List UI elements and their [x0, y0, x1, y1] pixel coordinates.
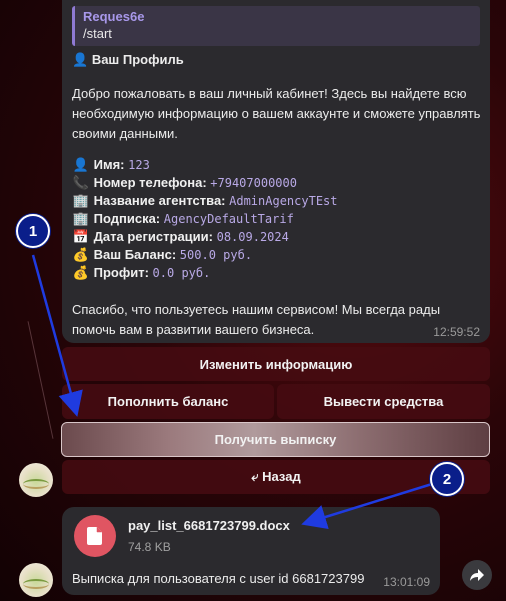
file-caption: Выписка для пользователя с user id 66817…	[72, 571, 365, 586]
reply-text: /start	[83, 26, 112, 41]
withdraw-funds-button[interactable]: Вывести средства	[277, 384, 490, 419]
document-icon[interactable]	[74, 515, 116, 557]
user-icon: 👤	[72, 52, 89, 67]
back-button[interactable]: ⤶ Назад	[62, 460, 490, 494]
file-message: pay_list_6681723799.docx 74.8 KB Выписка…	[62, 507, 440, 595]
share-button[interactable]	[462, 560, 492, 590]
reply-preview[interactable]: Reques6e /start	[72, 6, 480, 46]
phone-icon: 📞	[72, 175, 90, 190]
profile-message: Reques6e /start 👤 Ваш Профиль Добро пожа…	[62, 0, 490, 343]
field-registration-date: 📅 Дата регистрации: 08.09.2024	[72, 229, 289, 244]
money-bag-icon: 💰	[72, 247, 90, 262]
money-bag-icon: 💰	[72, 265, 90, 280]
thanks-text: Спасибо, что пользуетесь нашим сервисом!…	[72, 302, 441, 337]
welcome-text: Добро пожаловать в ваш личный кабинет! З…	[72, 86, 481, 141]
field-phone: 📞 Номер телефона: +79407000000	[72, 175, 297, 190]
forward-icon	[470, 569, 484, 581]
bot-avatar[interactable]	[19, 563, 53, 597]
background-lightning	[27, 321, 54, 439]
building-icon: 🏢	[72, 193, 90, 208]
profile-title: 👤 Ваш Профиль	[72, 52, 184, 67]
annotation-marker-1: 1	[16, 214, 50, 248]
field-balance: 💰 Ваш Баланс: 500.0 руб.	[72, 247, 253, 262]
message-timestamp: 12:59:52	[433, 325, 480, 339]
building-icon: 🏢	[72, 211, 90, 226]
user-icon: 👤	[72, 157, 90, 172]
topup-balance-button[interactable]: Пополнить баланс	[62, 384, 274, 419]
get-statement-button[interactable]: Получить выписку	[61, 422, 490, 457]
edit-info-button[interactable]: Изменить информацию	[62, 347, 490, 381]
calendar-icon: 📅	[72, 229, 90, 244]
file-name[interactable]: pay_list_6681723799.docx	[128, 518, 290, 533]
file-size: 74.8 KB	[128, 540, 171, 554]
annotation-marker-2: 2	[430, 462, 464, 496]
field-profit: 💰 Профит: 0.0 руб.	[72, 265, 211, 280]
reply-author: Reques6e	[83, 9, 145, 24]
bot-avatar[interactable]	[19, 463, 53, 497]
field-subscription: 🏢 Подписка: AgencyDefaultTarif	[72, 211, 294, 226]
field-name: 👤 Имя: 123	[72, 157, 150, 172]
file-message-timestamp: 13:01:09	[383, 575, 430, 589]
field-agency: 🏢 Название агентства: AdminAgencyTEst	[72, 193, 338, 208]
